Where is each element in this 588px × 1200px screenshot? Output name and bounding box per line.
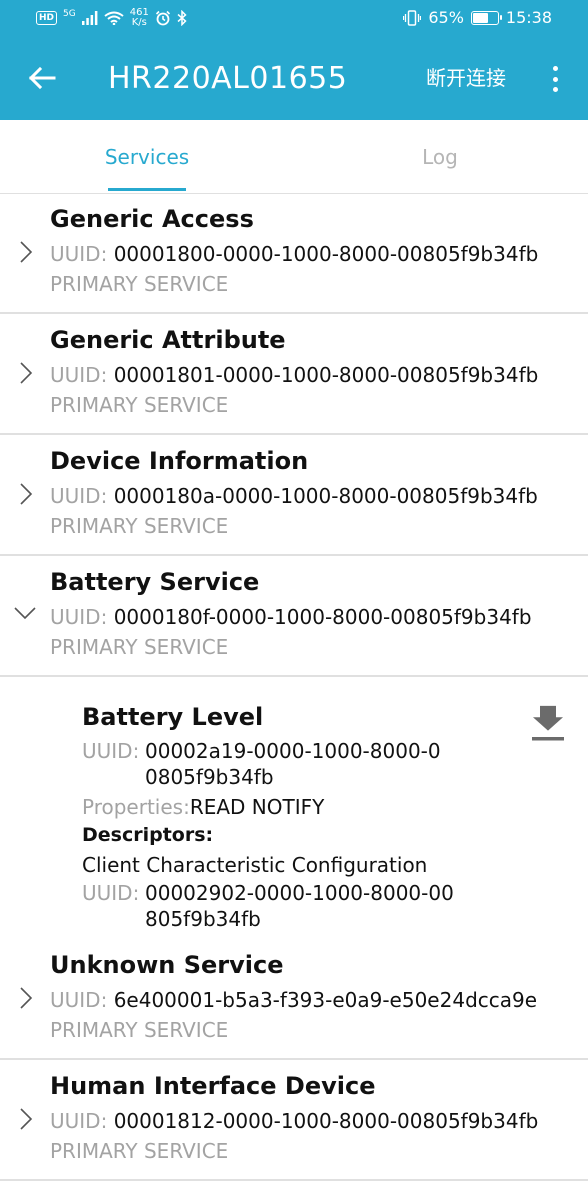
service-name: Human Interface Device	[50, 1072, 376, 1100]
uuid-value: 0000180f-0000-1000-8000-00805f9b34fb	[113, 605, 532, 629]
service-uuid: UUID: 00001812-0000-1000-8000-00805f9b34…	[50, 1107, 538, 1135]
descriptor-uuid-line1: 00002902-0000-1000-8000-00	[145, 881, 454, 905]
tab-bar: Services Log	[0, 120, 588, 194]
chevron-right-icon	[20, 483, 33, 505]
uuid-label: UUID:	[50, 605, 108, 629]
service-item-device-information[interactable]: Device Information UUID: 0000180a-0000-1…	[0, 436, 588, 556]
characteristic-uuid-line2: 0805f9b34fb	[145, 765, 274, 789]
service-uuid: UUID: 6e400001-b5a3-f393-e0a9-e50e24dcca…	[50, 986, 537, 1014]
characteristic-uuid: 00002a19-0000-1000-8000-0 0805f9b34fb	[145, 738, 455, 790]
characteristic-properties: Properties:READ NOTIFY	[82, 794, 324, 820]
chevron-right-icon	[20, 1108, 33, 1130]
properties-label: Properties:	[82, 795, 190, 819]
characteristic-uuid-line1: 00002a19-0000-1000-8000-0	[145, 739, 441, 763]
service-type: PRIMARY SERVICE	[50, 514, 229, 538]
service-item-generic-attribute[interactable]: Generic Attribute UUID: 00001801-0000-10…	[0, 315, 588, 435]
disconnect-button[interactable]: 断开连接	[426, 64, 506, 92]
alarm-icon	[155, 10, 170, 26]
chevron-right-icon	[20, 362, 33, 384]
characteristic-name: Battery Level	[82, 703, 264, 731]
more-vert-icon[interactable]	[544, 62, 566, 96]
service-name: Generic Access	[50, 205, 254, 233]
service-type: PRIMARY SERVICE	[50, 635, 229, 659]
tab-services[interactable]: Services	[105, 120, 189, 194]
back-button[interactable]	[24, 60, 60, 96]
service-item-human-interface-device[interactable]: Human Interface Device UUID: 00001812-00…	[0, 1061, 588, 1181]
chevron-down-icon	[14, 607, 36, 620]
download-icon[interactable]	[530, 704, 566, 742]
chevron-right-icon	[20, 241, 33, 263]
network-speed-unit: K/s	[131, 17, 147, 28]
wifi-icon	[104, 11, 124, 25]
network-type: 5G	[63, 9, 76, 19]
uuid-label: UUID:	[50, 242, 108, 266]
battery-fill	[472, 12, 488, 23]
status-bar-left: HD 5G 461 K/s	[36, 8, 187, 28]
service-item-generic-access[interactable]: Generic Access UUID: 00001800-0000-1000-…	[0, 194, 588, 314]
vibrate-icon	[403, 9, 422, 26]
tab-log[interactable]: Log	[408, 120, 472, 194]
uuid-label: UUID:	[50, 484, 108, 508]
bluetooth-icon	[177, 10, 187, 26]
network-speed: 461 K/s	[130, 8, 149, 28]
uuid-label: UUID:	[50, 363, 108, 387]
service-name: Battery Service	[50, 568, 260, 596]
battery-icon	[470, 10, 502, 25]
service-type: PRIMARY SERVICE	[50, 393, 229, 417]
descriptor-uuid: 00002902-0000-1000-8000-00 805f9b34fb	[145, 880, 455, 932]
service-name: Unknown Service	[50, 951, 284, 979]
descriptors-heading: Descriptors:	[82, 824, 214, 846]
tab-indicator	[108, 188, 186, 191]
service-name: Generic Attribute	[50, 326, 286, 354]
uuid-label: UUID:	[50, 988, 108, 1012]
service-uuid: UUID: 0000180f-0000-1000-8000-00805f9b34…	[50, 603, 532, 631]
descriptor-uuid-line2: 805f9b34fb	[145, 907, 261, 931]
uuid-value: 00001812-0000-1000-8000-00805f9b34fb	[113, 1109, 539, 1133]
device-title: HR220AL01655	[108, 61, 348, 96]
status-bar: HD 5G 461 K/s 65% 15:38	[0, 0, 588, 38]
characteristic-panel: Battery Level UUID: 00002a19-0000-1000-8…	[0, 680, 588, 954]
service-name: Device Information	[50, 447, 309, 475]
service-uuid: UUID: 0000180a-0000-1000-8000-00805f9b34…	[50, 482, 538, 510]
uuid-value: 0000180a-0000-1000-8000-00805f9b34fb	[113, 484, 538, 508]
uuid-value: 00001800-0000-1000-8000-00805f9b34fb	[113, 242, 539, 266]
service-uuid: UUID: 00001801-0000-1000-8000-00805f9b34…	[50, 361, 538, 389]
uuid-value: 6e400001-b5a3-f393-e0a9-e50e24dcca9e	[113, 988, 538, 1012]
service-item-battery-service[interactable]: Battery Service UUID: 0000180f-0000-1000…	[0, 557, 588, 677]
hd-badge: HD	[36, 11, 58, 25]
service-item-unknown-service[interactable]: Unknown Service UUID: 6e400001-b5a3-f393…	[0, 940, 588, 1060]
status-bar-right: 65% 15:38	[403, 8, 552, 27]
arrow-left-icon	[28, 66, 56, 90]
service-uuid: UUID: 00001800-0000-1000-8000-00805f9b34…	[50, 240, 538, 268]
service-type: PRIMARY SERVICE	[50, 1018, 229, 1042]
signal-icon	[81, 11, 98, 25]
descriptor-name: Client Characteristic Configuration	[82, 853, 428, 877]
descriptor-uuid-label: UUID:	[82, 881, 140, 905]
uuid-label: UUID:	[50, 1109, 108, 1133]
uuid-value: 00001801-0000-1000-8000-00805f9b34fb	[113, 363, 539, 387]
properties-value: READ NOTIFY	[189, 795, 325, 819]
app-bar: HD 5G 461 K/s 65% 15:38 HR220AL01655 断开连…	[0, 0, 588, 120]
characteristic-uuid-label: UUID:	[82, 739, 140, 763]
chevron-right-icon	[20, 987, 33, 1009]
service-type: PRIMARY SERVICE	[50, 272, 229, 296]
battery-percent: 65%	[428, 8, 464, 27]
clock-time: 15:38	[505, 8, 552, 27]
service-type: PRIMARY SERVICE	[50, 1139, 229, 1163]
